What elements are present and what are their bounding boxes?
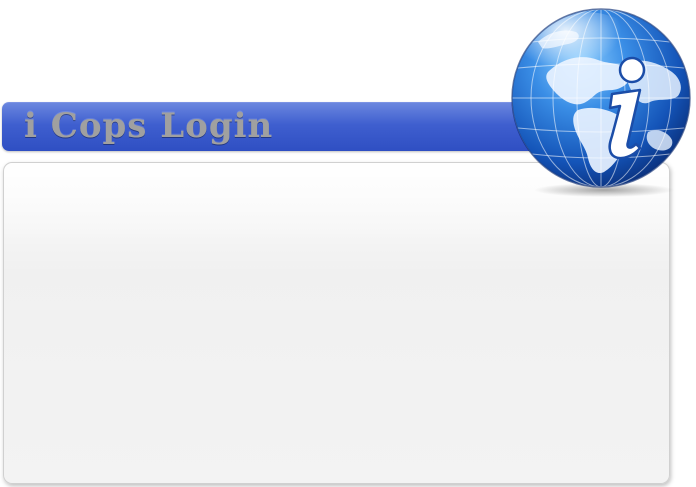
page-title: i Cops Login (24, 106, 274, 146)
header-bar: i Cops Login (2, 102, 562, 151)
login-panel (3, 162, 670, 484)
info-globe-icon (508, 2, 694, 198)
